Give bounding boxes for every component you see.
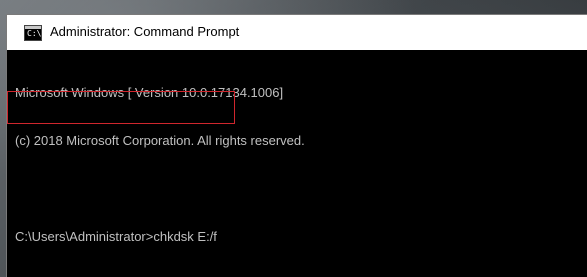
console-line-copyright: (c) 2018 Microsoft Corporation. All righ… [15, 133, 305, 148]
command-prompt-window[interactable]: C:\ Administrator: Command Prompt Micros… [6, 14, 587, 277]
console-output[interactable]: Microsoft Windows [ Version 10.0.17134.1… [7, 50, 587, 277]
console-command-line[interactable]: C:\Users\Administrator>chkdsk E:/f [15, 229, 587, 245]
cmd-icon-glyph: C:\ [27, 29, 42, 38]
title-bar[interactable]: C:\ Administrator: Command Prompt [7, 15, 587, 50]
cmd-icon: C:\ [24, 25, 42, 41]
command-highlight-box [7, 91, 235, 124]
window-title: Administrator: Command Prompt [50, 24, 240, 39]
